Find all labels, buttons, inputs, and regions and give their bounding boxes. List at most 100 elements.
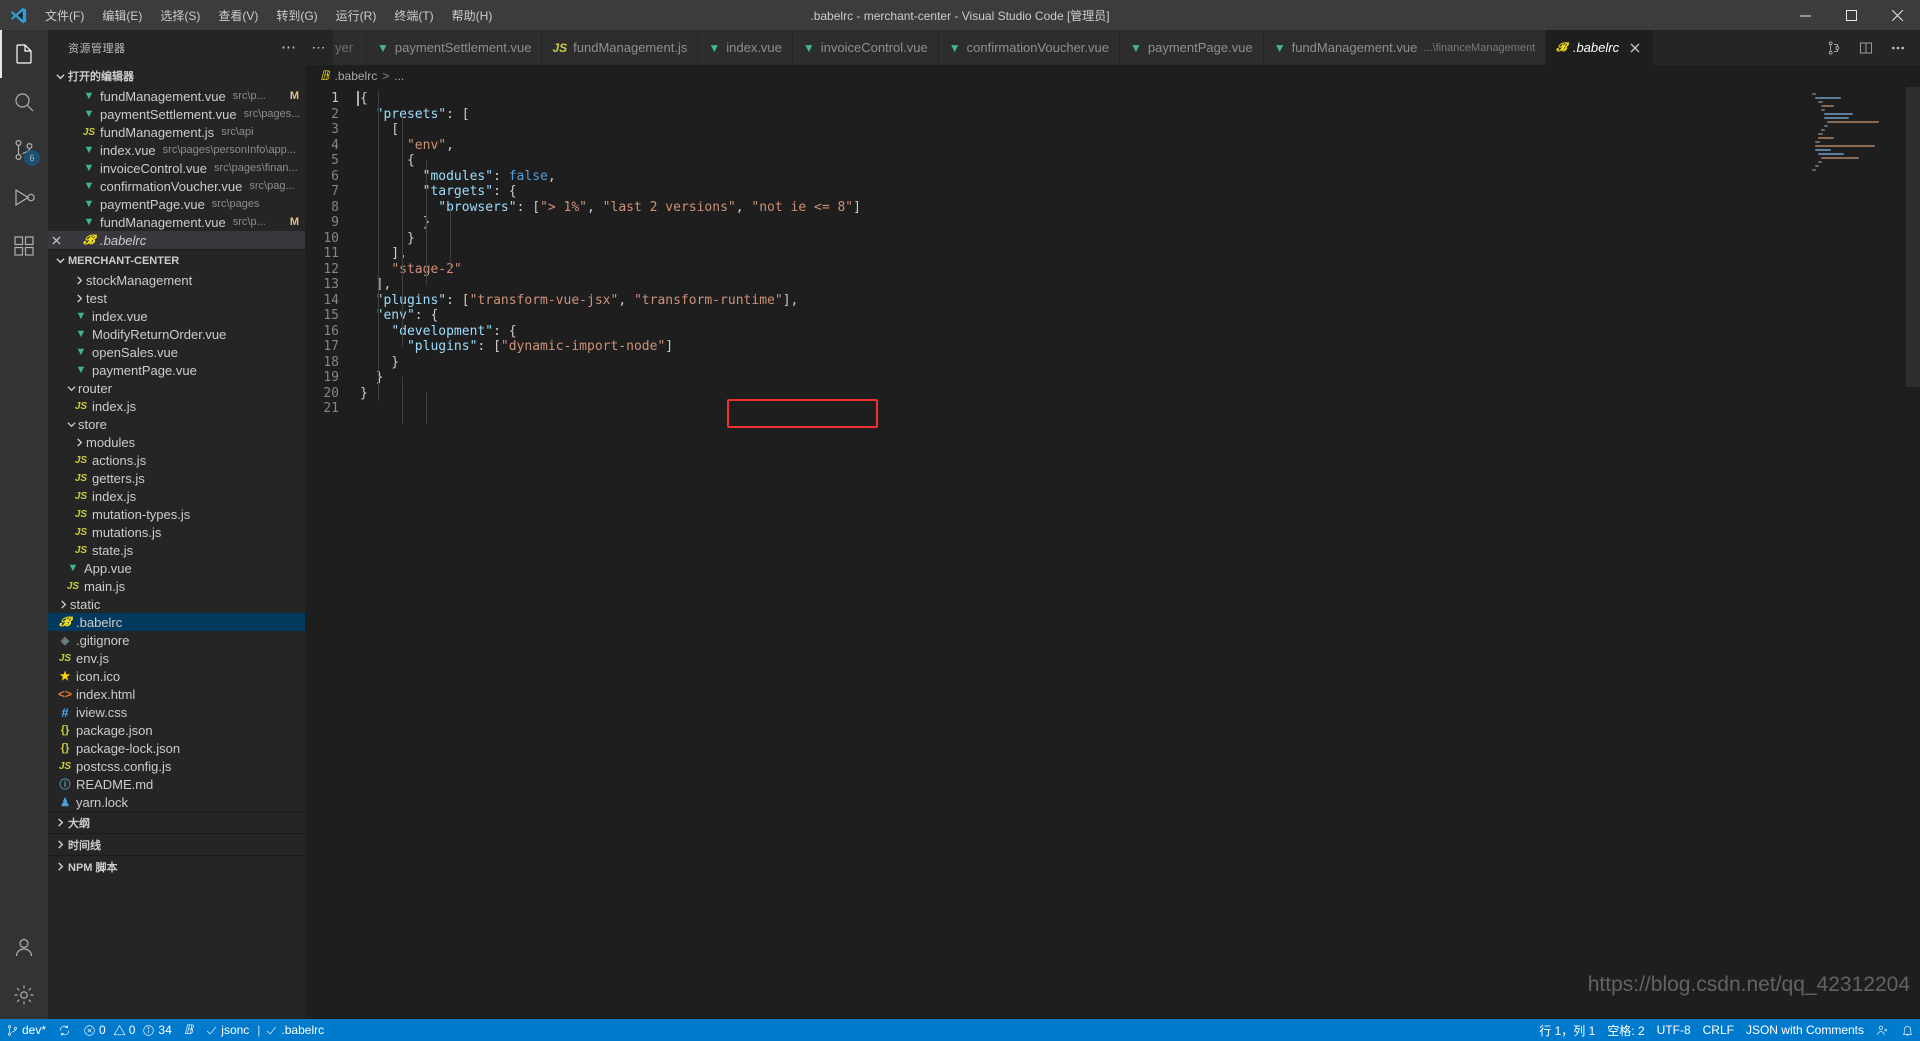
tree-file-row[interactable]: ▼ openSales.vue	[48, 343, 305, 361]
editor-tab[interactable]: ▼ paymentSettlement.vue	[367, 30, 543, 65]
project-file-tree[interactable]: stockManagement test ▼ index.vue ▼ ModifyRetu…	[48, 271, 305, 811]
status-cursor-position[interactable]: 行 1，列 1	[1533, 1019, 1601, 1041]
menu-bar[interactable]: 文件(F) 编辑(E) 选择(S) 查看(V) 转到(G) 运行(R) 终端(T…	[36, 0, 501, 30]
maximize-button[interactable]	[1828, 0, 1874, 30]
code-line[interactable]: 13 ],	[305, 277, 1920, 293]
chevron-right-icon[interactable]	[56, 599, 70, 609]
tree-file-row[interactable]: JS index.js	[48, 397, 305, 415]
code-line[interactable]: 19 }	[305, 370, 1920, 386]
editor-tab[interactable]: ▼ confirmationVoucher.vue	[938, 30, 1120, 65]
code-line[interactable]: 9 }	[305, 215, 1920, 231]
code-line[interactable]: 14 "plugins": ["transform-vue-jsx", "tra…	[305, 293, 1920, 309]
code-lines[interactable]: 1{2 "presets": [3 [4 "env", 5 {6 "modules…	[305, 87, 1920, 1019]
menu-help[interactable]: 帮助(H)	[443, 0, 502, 30]
status-problems[interactable]: 0 0 34	[77, 1019, 178, 1041]
tree-file-row[interactable]: JS main.js	[48, 577, 305, 595]
code-line[interactable]: 20}	[305, 386, 1920, 402]
sidebar-more-actions-icon[interactable]: ⋯	[281, 40, 297, 55]
activity-bar[interactable]: 6	[0, 30, 48, 1019]
more-tabs-icon[interactable]: ⋯	[305, 30, 333, 65]
sidebar-section-NPM 脚本[interactable]: NPM 脚本	[48, 855, 305, 877]
tree-file-row[interactable]: ⓘ README.md	[48, 775, 305, 793]
tree-file-row[interactable]: JS state.js	[48, 541, 305, 559]
chevron-down-icon[interactable]	[64, 384, 78, 393]
tree-folder-row[interactable]: modules	[48, 433, 305, 451]
tree-file-row[interactable]: JS postcss.config.js	[48, 757, 305, 775]
activity-source-control[interactable]: 6	[0, 126, 48, 174]
code-line[interactable]: 18 }	[305, 355, 1920, 371]
tree-file-row[interactable]: JS getters.js	[48, 469, 305, 487]
open-editor-item[interactable]: ▼ paymentPage.vue src\pages	[48, 195, 305, 213]
open-editor-item[interactable]: ▼ index.vue src\pages\personInfo\app...	[48, 141, 305, 159]
tree-file-row[interactable]: ▼ ModifyReturnOrder.vue	[48, 325, 305, 343]
activity-manage[interactable]	[0, 971, 48, 1019]
code-line[interactable]: 17 "plugins": ["dynamic-import-node"]	[305, 339, 1920, 355]
code-editor[interactable]: 1{2 "presets": [3 [4 "env", 5 {6 "modules…	[305, 87, 1920, 1019]
close-icon[interactable]	[48, 235, 64, 245]
code-line[interactable]: 7 "targets": {	[305, 184, 1920, 200]
activity-explorer[interactable]	[0, 30, 48, 78]
chevron-right-icon[interactable]	[72, 275, 86, 285]
tabs-container[interactable]: ▼ paymentSettlement.vue JS fundManagement.j…	[367, 30, 1655, 65]
chevron-down-icon[interactable]	[64, 420, 78, 429]
tree-file-row[interactable]: ♟ yarn.lock	[48, 793, 305, 811]
code-line[interactable]: 1{	[305, 91, 1920, 107]
tab-scrolled-partial[interactable]: yer	[333, 30, 367, 65]
open-editors-list[interactable]: ▼ fundManagement.vue src\p... M ▼ paymentSett…	[48, 87, 305, 249]
status-language-mode[interactable]: JSON with Comments	[1740, 1019, 1870, 1041]
code-line[interactable]: 3 [	[305, 122, 1920, 138]
menu-terminal[interactable]: 终端(T)	[385, 0, 442, 30]
editor-scrollbar[interactable]	[1906, 87, 1920, 1019]
editor-actions[interactable]	[1812, 30, 1920, 65]
open-editor-item[interactable]: 𝓑 .babelrc	[48, 231, 305, 249]
minimize-button[interactable]	[1782, 0, 1828, 30]
tree-folder-row[interactable]: store	[48, 415, 305, 433]
tree-file-row[interactable]: ◈ .gitignore	[48, 631, 305, 649]
tree-folder-row[interactable]: stockManagement	[48, 271, 305, 289]
status-sync[interactable]	[52, 1019, 77, 1041]
split-editor-icon[interactable]	[1852, 34, 1880, 62]
open-editor-item[interactable]: ▼ confirmationVoucher.vue src\pag...	[48, 177, 305, 195]
menu-run[interactable]: 运行(R)	[327, 0, 386, 30]
chevron-right-icon[interactable]	[72, 437, 86, 447]
code-line[interactable]: 21	[305, 401, 1920, 417]
status-notifications[interactable]	[1895, 1019, 1920, 1041]
minimap[interactable]	[1808, 87, 1906, 1019]
tree-file-row[interactable]: {} package.json	[48, 721, 305, 739]
open-editor-item[interactable]: ▼ fundManagement.vue src\p... M	[48, 213, 305, 231]
breadcrumb-file[interactable]: .babelrc	[335, 69, 378, 83]
menu-view[interactable]: 查看(V)	[209, 0, 267, 30]
tree-file-row[interactable]: JS mutations.js	[48, 523, 305, 541]
close-icon[interactable]	[1627, 40, 1643, 56]
activity-extensions[interactable]	[0, 222, 48, 270]
menu-selection[interactable]: 选择(S)	[151, 0, 209, 30]
status-bar[interactable]: dev* 0 0 34 𝔹 jsonc | .babelrc 行 1，列 1 空…	[0, 1019, 1920, 1041]
tree-file-row[interactable]: {} package-lock.json	[48, 739, 305, 757]
tree-file-row[interactable]: # iview.css	[48, 703, 305, 721]
activity-accounts[interactable]	[0, 923, 48, 971]
section-open-editors[interactable]: 打开的编辑器	[48, 65, 305, 87]
tree-folder-row[interactable]: router	[48, 379, 305, 397]
tree-file-row[interactable]: ▼ paymentPage.vue	[48, 361, 305, 379]
code-line[interactable]: 10 }	[305, 231, 1920, 247]
code-line[interactable]: 4 "env",	[305, 138, 1920, 154]
code-line[interactable]: 5 {	[305, 153, 1920, 169]
activity-search[interactable]	[0, 78, 48, 126]
sidebar-bottom-sections[interactable]: 大纲 时间线 NPM 脚本	[48, 811, 305, 877]
open-editor-item[interactable]: JS fundManagement.js src\api	[48, 123, 305, 141]
status-eol[interactable]: CRLF	[1697, 1019, 1740, 1041]
sidebar-section-时间线[interactable]: 时间线	[48, 833, 305, 855]
open-editor-item[interactable]: ▼ paymentSettlement.vue src\pages...	[48, 105, 305, 123]
tree-folder-row[interactable]: static	[48, 595, 305, 613]
tree-file-row[interactable]: 𝓑 .babelrc	[48, 613, 305, 631]
menu-edit[interactable]: 编辑(E)	[93, 0, 151, 30]
status-eslint[interactable]: jsonc	[199, 1019, 255, 1041]
code-line[interactable]: 8 "browsers": ["> 1%", "last 2 versions"…	[305, 200, 1920, 216]
more-actions-icon[interactable]	[1884, 34, 1912, 62]
breadcrumb[interactable]: 𝔹 .babelrc > ...	[305, 65, 1920, 87]
status-file-check[interactable]: | .babelrc	[255, 1019, 330, 1041]
code-line[interactable]: 11 ],	[305, 246, 1920, 262]
menu-file[interactable]: 文件(F)	[36, 0, 93, 30]
open-changes-icon[interactable]	[1820, 34, 1848, 62]
tree-file-row[interactable]: ▼ index.vue	[48, 307, 305, 325]
